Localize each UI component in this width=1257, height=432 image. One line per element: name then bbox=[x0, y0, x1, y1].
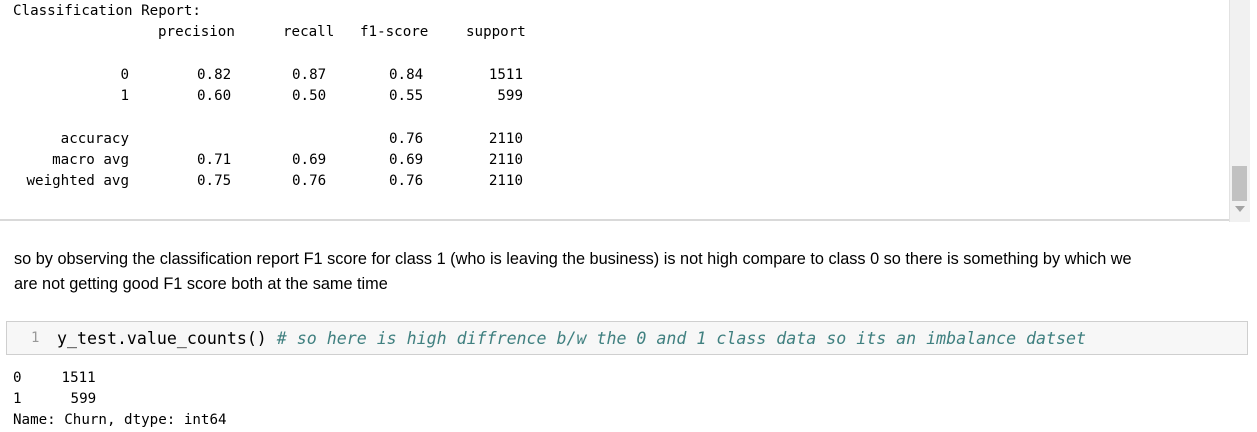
row-recall: 0.50 bbox=[292, 88, 327, 104]
summary-label: accuracy bbox=[60, 131, 129, 147]
markdown-cell: so by observing the classification repor… bbox=[14, 247, 1234, 297]
markdown-line: are not getting good F1 score both at th… bbox=[14, 275, 388, 293]
row-f1: 0.84 bbox=[389, 67, 424, 83]
report-title: Classification Report: bbox=[13, 3, 201, 19]
output-footer: Name: Churn, dtype: int64 bbox=[13, 412, 227, 428]
scrollbar-thumb[interactable] bbox=[1232, 166, 1247, 201]
output-scrollbar[interactable] bbox=[1229, 0, 1250, 222]
row-label: 1 bbox=[120, 88, 129, 104]
line-number: 1 bbox=[31, 330, 40, 346]
row-support: 599 bbox=[497, 88, 523, 104]
summary-support: 2110 bbox=[488, 152, 523, 168]
output-value: 1511 bbox=[61, 370, 96, 386]
row-support: 1511 bbox=[488, 67, 523, 83]
output-divider bbox=[0, 219, 1229, 221]
summary-precision: 0.71 bbox=[197, 152, 232, 168]
header-precision: precision bbox=[158, 24, 235, 40]
summary-label: macro avg bbox=[52, 152, 129, 168]
row-precision: 0.82 bbox=[197, 67, 232, 83]
summary-f1: 0.76 bbox=[389, 131, 424, 147]
code-comment: # so here is high diffrence b/w the 0 an… bbox=[266, 329, 1086, 348]
markdown-line: so by observing the classification repor… bbox=[14, 250, 1132, 268]
header-f1-score: f1-score bbox=[360, 24, 429, 40]
code-text: y_test.value_counts() bbox=[57, 329, 267, 348]
summary-precision: 0.75 bbox=[197, 173, 232, 189]
output-value: 599 bbox=[70, 391, 97, 407]
row-recall: 0.87 bbox=[292, 67, 327, 83]
summary-f1: 0.76 bbox=[389, 173, 424, 189]
row-f1: 0.55 bbox=[389, 88, 424, 104]
output-row: 0 1511 bbox=[13, 368, 227, 389]
cell-output: 0 1511 1 599 Name: Churn, dtype: int64 bbox=[13, 368, 227, 431]
scroll-down-arrow-icon[interactable] bbox=[1235, 206, 1245, 212]
summary-support: 2110 bbox=[488, 131, 523, 147]
summary-recall: 0.69 bbox=[292, 152, 327, 168]
header-support: support bbox=[466, 24, 526, 40]
summary-recall: 0.76 bbox=[292, 173, 327, 189]
output-index: 0 bbox=[13, 370, 22, 386]
row-precision: 0.60 bbox=[197, 88, 232, 104]
summary-support: 2110 bbox=[488, 173, 523, 189]
code-editor-line[interactable]: y_test.value_counts() # so here is high … bbox=[57, 328, 1086, 349]
output-index: 1 bbox=[13, 391, 22, 407]
summary-label: weighted avg bbox=[26, 173, 130, 189]
summary-f1: 0.69 bbox=[389, 152, 424, 168]
line-gutter: 1 bbox=[7, 322, 51, 354]
header-recall: recall bbox=[283, 24, 335, 40]
output-row: 1 599 bbox=[13, 389, 227, 410]
code-cell[interactable]: 1 y_test.value_counts() # so here is hig… bbox=[6, 321, 1248, 355]
classification-report-output: Classification Report: precision recall … bbox=[0, 0, 1228, 218]
row-label: 0 bbox=[120, 67, 129, 83]
